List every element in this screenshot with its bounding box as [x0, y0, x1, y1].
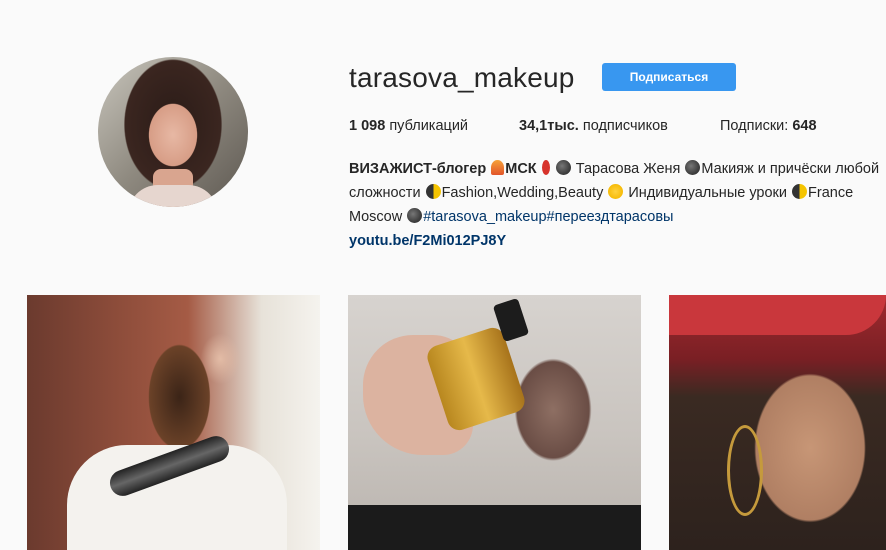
bio-hashtags[interactable]: #tarasova_makeup#переездтарасовы: [423, 209, 673, 225]
bio-services: Макияж и причёски любой: [701, 161, 880, 177]
moon-emoji-icon: [555, 160, 571, 175]
profile-bio: ВИЗАЖИСТ-блогер МСК Тарасова Женя Макияж…: [349, 157, 886, 253]
bio-name: Тарасова Женя: [571, 161, 685, 177]
bio-city: МСК: [505, 161, 537, 177]
bio-line-2: сложности Fashion,Wedding,Beauty Индивид…: [349, 181, 886, 205]
moon-emoji-icon: [407, 208, 423, 223]
bio-complexity: сложности: [349, 185, 425, 201]
followers-label: подписчиков: [578, 118, 668, 134]
post-red-hat[interactable]: [669, 295, 886, 550]
posts-count: 1 098: [349, 118, 386, 134]
followers-count: 34,1тыс.: [519, 118, 579, 134]
profile-username: tarasova_makeup: [349, 62, 575, 93]
following-label: Подписки:: [720, 118, 793, 134]
post-detail-hat: [669, 295, 886, 335]
post-hair-brush[interactable]: [27, 295, 320, 550]
bio-moscow: Moscow: [349, 209, 407, 225]
pin-emoji-icon: [541, 160, 550, 175]
avatar-clothing: [128, 185, 218, 207]
bio-line-3: Moscow #tarasova_makeup#переездтарасовы: [349, 205, 886, 229]
moon-emoji-icon: [685, 160, 701, 175]
bell-emoji-icon: [491, 160, 505, 175]
bio-styles: Fashion,Wedding,Beauty: [441, 185, 608, 201]
follow-button[interactable]: Подписаться: [602, 63, 736, 91]
bio-line-4: youtu.be/F2Mi012PJ8Y: [349, 229, 886, 253]
profile-avatar[interactable]: [98, 57, 248, 207]
following-stat[interactable]: Подписки: 648: [720, 118, 817, 134]
posts-stat[interactable]: 1 098 публикаций: [349, 118, 468, 134]
following-count: 648: [792, 118, 817, 134]
post-detail-earring: [727, 425, 763, 516]
bio-lessons: Индивидуальные уроки: [624, 185, 792, 201]
bio-france: France: [808, 185, 854, 201]
followers-stat[interactable]: 34,1тыс. подписчиков: [519, 118, 668, 134]
moon-emoji-icon: [425, 184, 441, 199]
posts-label: публикаций: [385, 118, 469, 134]
sun-emoji-icon: [608, 184, 624, 199]
moon-emoji-icon: [792, 184, 808, 199]
bio-title: ВИЗАЖИСТ-блогер: [349, 161, 487, 177]
bio-line-1: ВИЗАЖИСТ-блогер МСК Тарасова Женя Макияж…: [349, 157, 886, 181]
post-oil-bottle[interactable]: [348, 295, 641, 550]
bio-external-link[interactable]: youtu.be/F2Mi012PJ8Y: [349, 233, 506, 249]
post-detail-dress: [348, 505, 641, 550]
